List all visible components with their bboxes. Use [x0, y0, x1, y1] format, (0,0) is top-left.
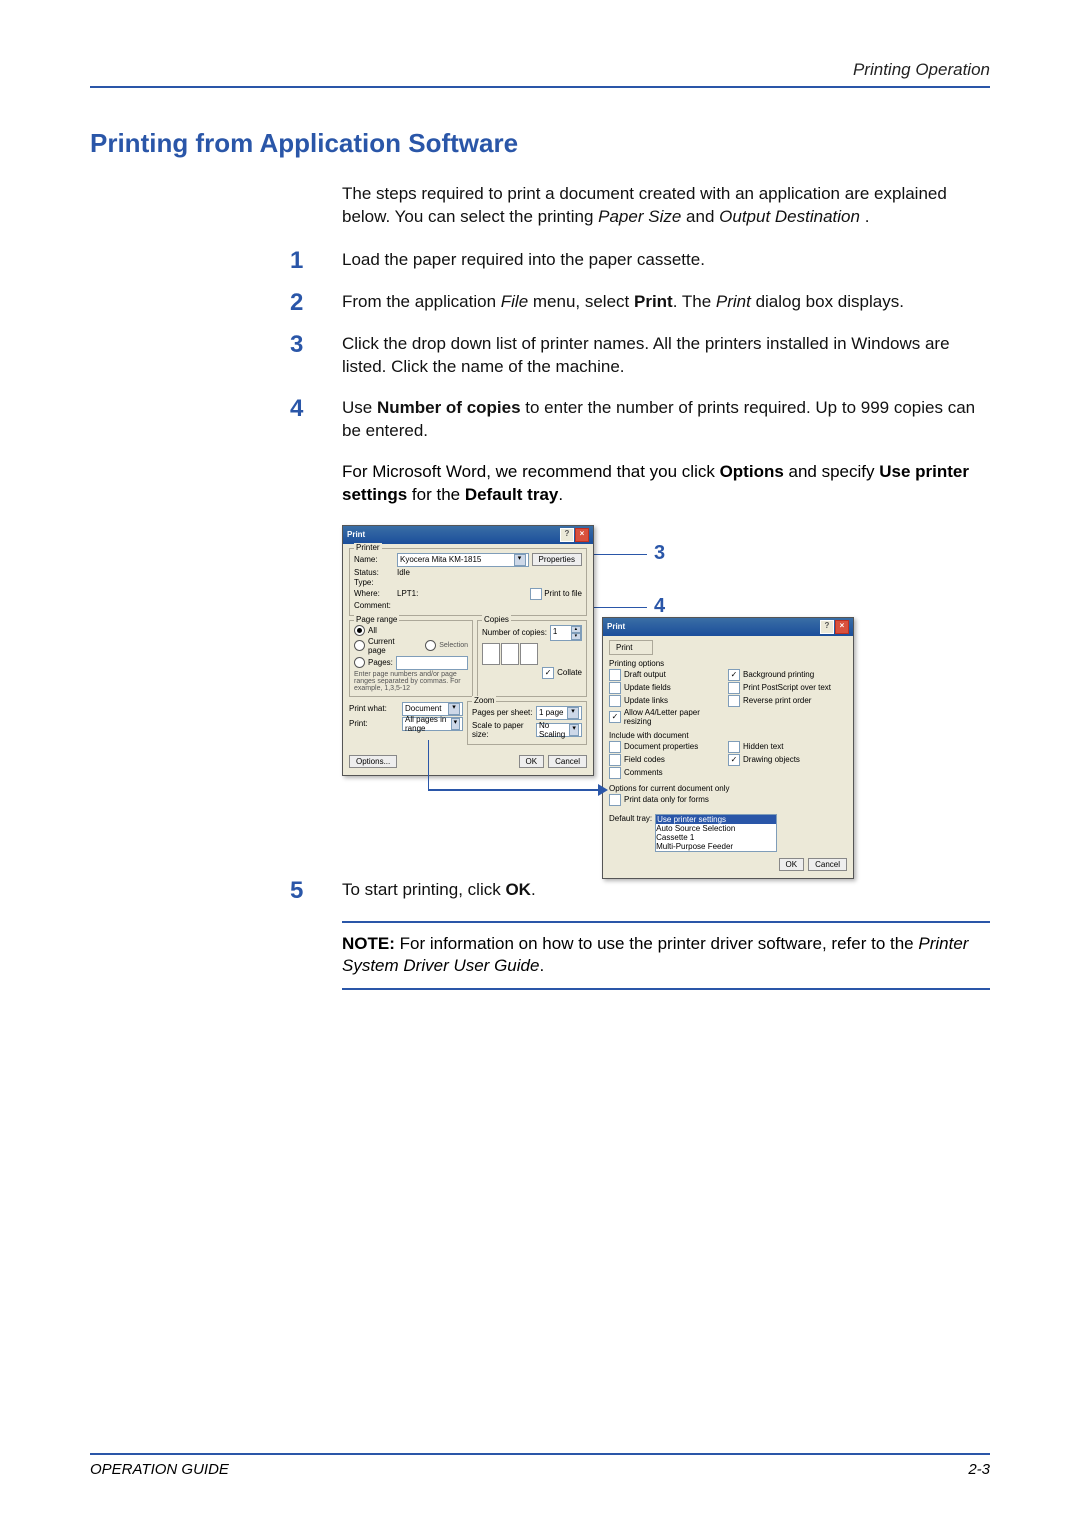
callout-4: 4 — [654, 595, 665, 618]
step-text: To start printing, click OK. — [342, 879, 990, 902]
step-number: 2 — [90, 291, 342, 315]
step-text: From the application File menu, select P… — [342, 291, 990, 314]
print-dialog-titlebar: Print ? × — [343, 526, 593, 544]
field-codes-checkbox[interactable] — [609, 754, 621, 766]
collate-checkbox[interactable]: ✓ — [542, 667, 554, 679]
print-tab[interactable]: Print — [609, 640, 653, 655]
print-options-title: Print — [607, 622, 625, 631]
header-rule — [90, 86, 990, 88]
ps-over-text-checkbox[interactable] — [728, 682, 740, 694]
page-header-section: Printing Operation — [90, 60, 990, 86]
pages-input[interactable] — [396, 656, 468, 670]
step-number: 4 — [90, 397, 342, 421]
print-options-body: Print Printing options Draft output Upda… — [603, 636, 853, 878]
default-tray-label: Default tray: — [609, 814, 652, 823]
tray-item[interactable]: Cassette 1 — [656, 833, 776, 842]
section-title: Printing Operation — [853, 60, 990, 79]
print-dialog-title: Print — [347, 530, 365, 539]
print-pages-dropdown[interactable]: All pages in range▾ — [402, 717, 463, 731]
step-3: 3 Click the drop down list of printer na… — [90, 333, 990, 379]
help-icon[interactable]: ? — [560, 528, 574, 542]
link-arrow — [428, 740, 608, 800]
intro-paragraph: The steps required to print a document c… — [342, 183, 990, 229]
main-heading: Printing from Application Software — [90, 128, 990, 159]
chevron-down-icon: ▾ — [451, 718, 460, 730]
properties-button[interactable]: Properties — [532, 553, 582, 566]
step-1: 1 Load the paper required into the paper… — [90, 249, 990, 273]
chevron-down-icon: ▾ — [448, 703, 460, 715]
cancel-button[interactable]: Cancel — [808, 858, 847, 871]
collate-page-icons — [482, 643, 582, 665]
pages-per-sheet-dropdown[interactable]: 1 page▾ — [536, 706, 582, 720]
footer-page-number: 2-3 — [968, 1461, 990, 1478]
pages-radio[interactable] — [354, 657, 365, 668]
print-data-forms-checkbox[interactable] — [609, 794, 621, 806]
update-links-checkbox[interactable] — [609, 695, 621, 707]
printing-options-heading: Printing options — [609, 659, 847, 668]
page-range-group: Page range All Current page Selection Pa… — [349, 620, 473, 697]
step-2: 2 From the application File menu, select… — [90, 291, 990, 315]
selection-radio[interactable] — [425, 640, 436, 651]
note-block: NOTE: For information on how to use the … — [342, 921, 990, 991]
zoom-group: Zoom Pages per sheet: 1 page▾ Scale to p… — [467, 701, 587, 745]
chevron-down-icon: ▾ — [569, 724, 579, 736]
background-checkbox[interactable]: ✓ — [728, 669, 740, 681]
close-icon[interactable]: × — [835, 620, 849, 634]
step-number: 1 — [90, 249, 342, 273]
chevron-down-icon: ▾ — [567, 707, 579, 719]
titlebar-icons: ? × — [560, 528, 589, 542]
step-5: 5 To start printing, click OK. — [90, 879, 990, 903]
printer-group: Printer Name: Kyocera Mita KM-1815 ▾ Pro… — [349, 548, 587, 616]
note-label: NOTE: — [342, 934, 395, 953]
chevron-down-icon: ▾ — [514, 554, 526, 566]
name-label: Name: — [354, 555, 394, 564]
copies-group: Copies Number of copies: 1 ▴▾ — [477, 620, 587, 697]
current-page-radio[interactable] — [354, 640, 365, 651]
step-text: Click the drop down list of printer name… — [342, 333, 990, 379]
printer-name-dropdown[interactable]: Kyocera Mita KM-1815 ▾ — [397, 553, 529, 567]
draft-checkbox[interactable] — [609, 669, 621, 681]
scale-dropdown[interactable]: No Scaling▾ — [536, 723, 582, 737]
include-heading: Include with document — [609, 731, 847, 740]
close-icon[interactable]: × — [575, 528, 589, 542]
tray-item-selected[interactable]: Use printer settings — [656, 815, 776, 824]
callout-3: 3 — [654, 542, 665, 565]
print-options-titlebar: Print ? × — [603, 618, 853, 636]
print-what-dropdown[interactable]: Document▾ — [402, 702, 463, 716]
print-to-file-checkbox[interactable] — [530, 588, 542, 600]
options-current-heading: Options for current document only — [609, 784, 847, 793]
pages-hint: Enter page numbers and/or page ranges se… — [354, 671, 468, 692]
all-radio[interactable] — [354, 625, 365, 636]
update-fields-checkbox[interactable] — [609, 682, 621, 694]
footer-left: OPERATION GUIDE — [90, 1461, 229, 1478]
step-number: 3 — [90, 333, 342, 357]
print-dialog: Print ? × Printer Name: Kyocera Mita KM-… — [342, 525, 594, 776]
step-4: 4 Use Number of copies to enter the numb… — [90, 397, 990, 443]
step-text: Use Number of copies to enter the number… — [342, 397, 990, 443]
doc-props-checkbox[interactable] — [609, 741, 621, 753]
footer-rule — [90, 1453, 990, 1455]
default-tray-dropdown[interactable]: Use printer settings Auto Source Selecti… — [655, 814, 777, 852]
chevron-down-icon[interactable]: ▾ — [571, 633, 581, 640]
ok-button[interactable]: OK — [779, 858, 805, 871]
print-options-dialog: Print ? × Print Printing options Draft o… — [602, 617, 854, 879]
drawing-checkbox[interactable]: ✓ — [728, 754, 740, 766]
document-page: Printing Operation Printing from Applica… — [0, 0, 1080, 1528]
step-number: 5 — [90, 879, 342, 903]
options-button[interactable]: Options... — [349, 755, 397, 768]
step-4-extra: For Microsoft Word, we recommend that yo… — [342, 461, 990, 507]
copies-spinner[interactable]: 1 ▴▾ — [550, 625, 582, 641]
figure-area: 3 4 Print ? × Printer Name: Kyocera Mi — [342, 525, 952, 855]
tray-item[interactable]: Auto Source Selection — [656, 824, 776, 833]
allow-a4-checkbox[interactable]: ✓ — [609, 711, 621, 723]
help-icon[interactable]: ? — [820, 620, 834, 634]
titlebar-icons: ? × — [820, 620, 849, 634]
reverse-checkbox[interactable] — [728, 695, 740, 707]
chevron-up-icon[interactable]: ▴ — [571, 626, 581, 633]
hidden-checkbox[interactable] — [728, 741, 740, 753]
comments-checkbox[interactable] — [609, 767, 621, 779]
step-text: Load the paper required into the paper c… — [342, 249, 990, 272]
tray-item[interactable]: Multi-Purpose Feeder — [656, 842, 776, 851]
page-footer: OPERATION GUIDE 2-3 — [90, 1453, 990, 1478]
